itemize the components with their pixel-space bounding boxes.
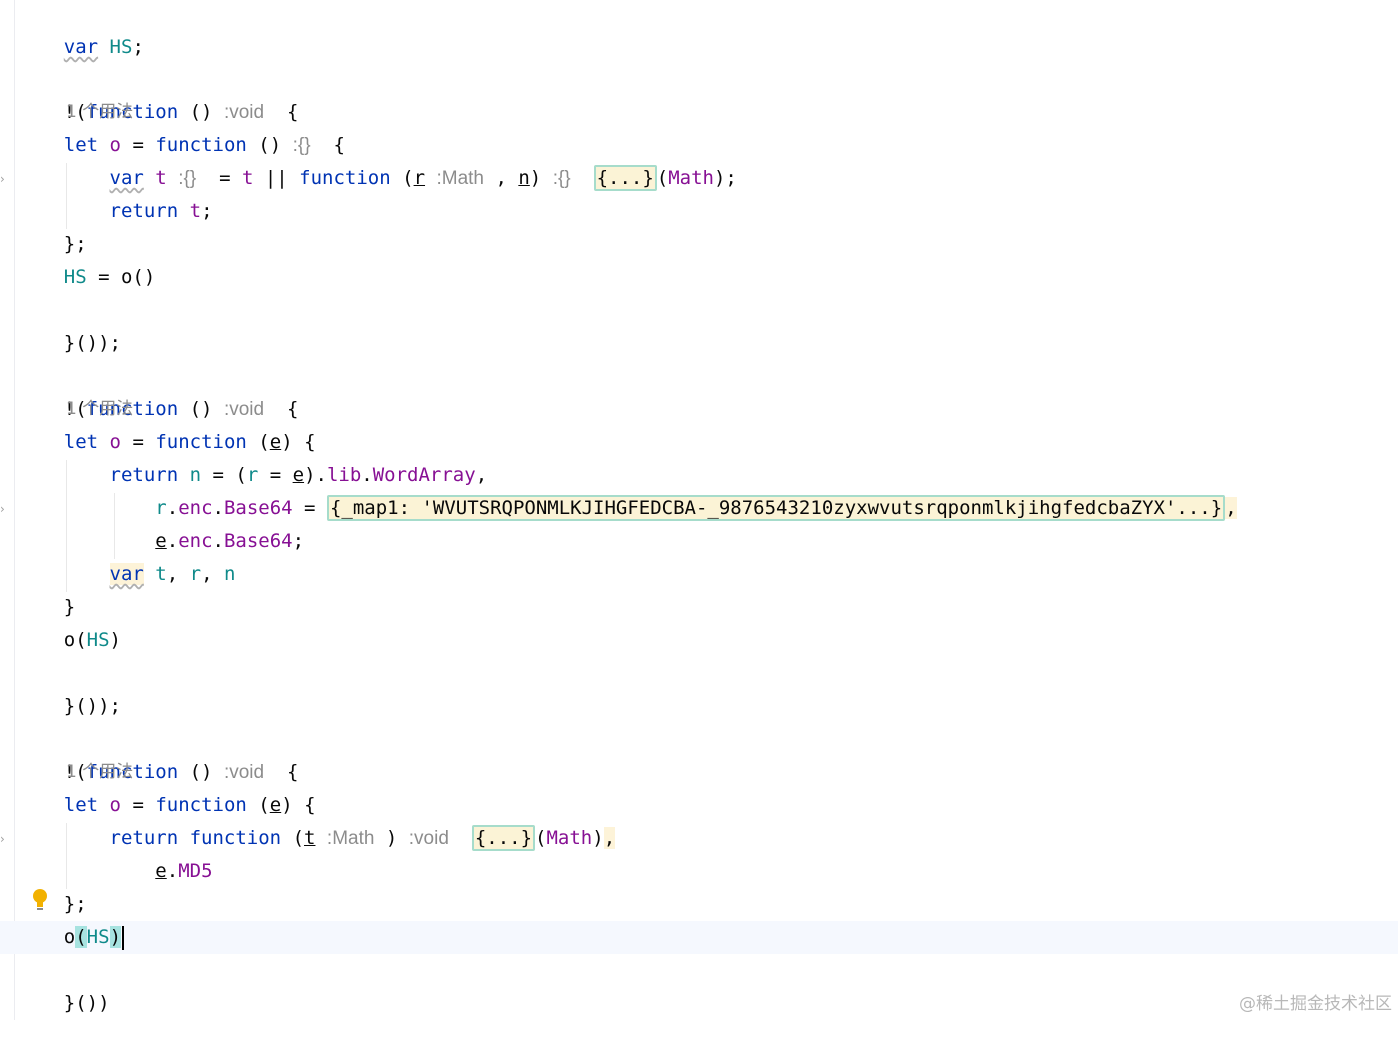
text-caret — [122, 925, 125, 950]
code-line[interactable]: }; — [18, 228, 87, 261]
gutter-divider — [14, 0, 15, 1020]
watermark: @稀土掘金技术社区 — [1239, 994, 1392, 1014]
code-line[interactable]: !(function () :void { — [18, 360, 299, 420]
code-line[interactable]: !(function () :void { — [18, 63, 299, 123]
type-hint: :void — [408, 828, 449, 849]
code-editor[interactable]: › › › var HS; !(function () :void { 1 个用… — [0, 0, 1398, 1020]
type-hint: :Math — [326, 828, 375, 849]
code-line[interactable]: } — [18, 591, 75, 624]
usage-hint[interactable]: 1 个用法 — [66, 756, 133, 789]
fold-chevron-icon[interactable]: › — [0, 172, 10, 186]
type-hint: :Math — [436, 168, 485, 189]
type-hint: :void — [223, 102, 265, 123]
code-line[interactable]: o(HS) — [18, 624, 121, 657]
folded-code-region[interactable]: {...} — [471, 825, 536, 851]
code-line[interactable]: return n = (r = e).lib.WordArray, — [18, 459, 488, 492]
code-line[interactable]: var t :{} = t || function (r :Math , n) … — [18, 162, 737, 195]
code-line[interactable]: let o = function (e) { — [18, 789, 316, 822]
current-code-line[interactable]: o(HS) — [0, 921, 1398, 954]
code-line[interactable]: }()) — [18, 954, 110, 1014]
code-line[interactable]: var HS; — [18, 0, 144, 58]
type-hint: :{} — [552, 168, 571, 189]
type-hint: :{} — [178, 168, 197, 189]
code-line[interactable]: e.enc.Base64; — [18, 525, 304, 558]
folded-code-region[interactable]: {...} — [593, 165, 657, 191]
type-hint: :void — [223, 762, 265, 783]
fold-chevron-icon[interactable]: › — [0, 832, 10, 846]
code-line[interactable]: var t, r, n — [18, 558, 235, 591]
code-line[interactable]: HS = o() — [18, 261, 156, 294]
code-line[interactable]: }; — [18, 888, 87, 921]
code-line[interactable]: let o = function (e) { — [18, 426, 316, 459]
type-hint: :void — [223, 399, 265, 420]
code-line[interactable]: let o = function () :{} { — [18, 129, 345, 162]
code-line[interactable]: !(function () :void { — [18, 723, 299, 783]
code-line[interactable]: return function (t :Math ) :void {...} (M… — [18, 822, 616, 855]
folded-code-region[interactable]: {_map1: 'WVUTSRQPONMLKJIHGFEDCBA-_987654… — [326, 495, 1226, 521]
fold-chevron-icon[interactable]: › — [0, 502, 10, 516]
type-hint: :{} — [292, 135, 311, 156]
code-line[interactable]: }()); — [18, 294, 121, 354]
code-line[interactable]: return t; — [18, 195, 213, 228]
usage-hint[interactable]: 1 个用法 — [66, 393, 133, 426]
usage-hint[interactable]: 1 个用法 — [66, 96, 133, 129]
code-line[interactable]: r.enc.Base64 = {_map1: 'WVUTSRQPONMLKJIH… — [18, 492, 1237, 525]
code-line[interactable]: }()); — [18, 657, 121, 717]
code-line[interactable]: e.MD5 — [18, 855, 212, 888]
